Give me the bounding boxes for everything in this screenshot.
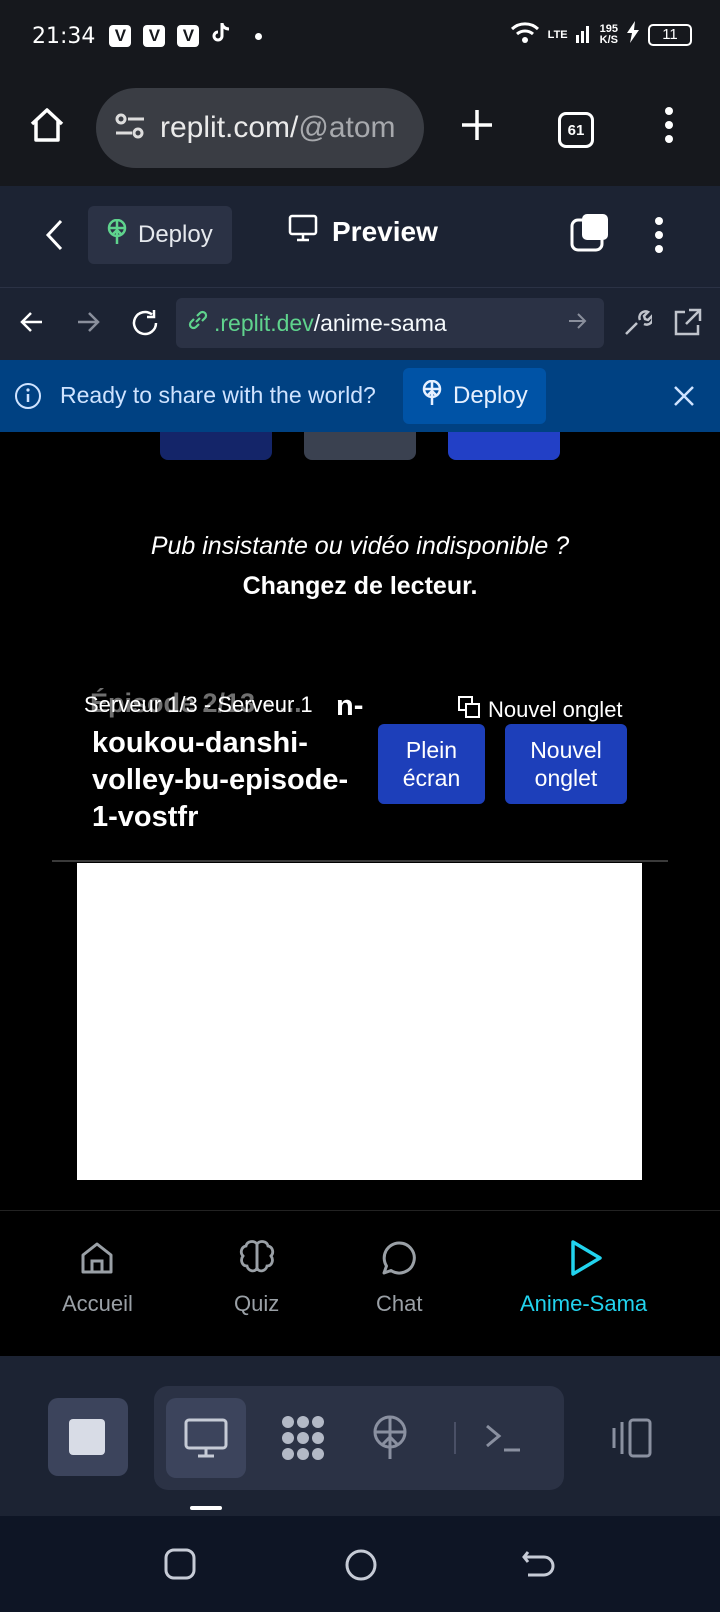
notification-v-icon: V <box>109 25 132 47</box>
system-navigation-bar <box>0 1516 720 1612</box>
notification-v-icon: V <box>177 25 200 47</box>
brain-icon <box>237 1239 277 1283</box>
replit-header: Deploy Preview <box>0 186 720 288</box>
play-icon <box>565 1239 603 1283</box>
go-arrow-icon[interactable] <box>568 310 588 337</box>
preview-address-bar: .replit.dev /anime-sama <box>0 288 720 360</box>
info-icon <box>14 382 42 415</box>
active-indicator <box>190 1506 222 1510</box>
tab-switcher-button[interactable]: 61 <box>558 112 594 148</box>
nav-item-quiz[interactable]: Quiz <box>234 1239 279 1317</box>
open-external-icon[interactable] <box>672 308 702 343</box>
panels-icon[interactable] <box>608 1418 656 1463</box>
new-tab-link[interactable]: Nouvel onglet <box>458 696 623 724</box>
browser-url-text: replit.com/@atom <box>160 111 396 144</box>
monitor-icon <box>184 1418 228 1463</box>
back-button-icon[interactable] <box>522 1548 556 1587</box>
notification-v-icon: V <box>143 25 166 47</box>
home-icon <box>78 1239 116 1283</box>
tool-group <box>154 1386 564 1490</box>
nav-label: Anime-Sama <box>520 1291 648 1316</box>
deploy-button[interactable]: Deploy <box>88 206 232 264</box>
browser-toolbar: replit.com/@atom 61 <box>0 72 720 186</box>
notice-line-1: Pub insistante ou vidéo indisponible ? <box>150 532 570 560</box>
replit-toolbar <box>0 1356 720 1516</box>
link-icon <box>186 308 210 338</box>
charging-icon <box>626 21 640 48</box>
stop-icon <box>69 1419 105 1455</box>
layers-icon[interactable] <box>570 212 610 257</box>
back-chevron-icon[interactable] <box>44 218 66 257</box>
replit-menu-icon[interactable] <box>654 216 664 259</box>
preview-url-field[interactable]: .replit.dev /anime-sama <box>176 298 604 348</box>
reload-icon[interactable] <box>130 308 160 343</box>
terminal-icon[interactable] <box>484 1422 524 1459</box>
nav-item-chat[interactable]: Chat <box>376 1239 422 1317</box>
nav-item-accueil[interactable]: Accueil <box>62 1239 133 1317</box>
network-type: LTE <box>547 28 568 41</box>
new-tab-link-label: Nouvel onglet <box>488 697 623 722</box>
agent-tool-icon[interactable] <box>278 1414 328 1467</box>
back-arrow-icon[interactable] <box>20 310 44 339</box>
chat-icon <box>380 1239 418 1283</box>
video-player[interactable] <box>77 863 642 1180</box>
server-button[interactable] <box>448 432 560 460</box>
divider <box>52 860 668 862</box>
deploy-icon <box>421 379 443 413</box>
home-icon[interactable] <box>28 106 66 149</box>
stop-button[interactable] <box>48 1398 128 1476</box>
episode-title: n- koukou-danshi-volley-bu-episode-1-vos… <box>92 690 364 833</box>
deploy-label: Deploy <box>138 221 213 248</box>
preview-tool-button[interactable] <box>166 1398 246 1478</box>
more-notifications-dot <box>255 32 263 40</box>
wrench-icon[interactable] <box>622 308 654 343</box>
notice-line-2: Changez de lecteur. <box>242 572 478 600</box>
status-bar: 21:34 V V V LTE 195 K/S 11 <box>0 0 720 72</box>
preview-page: Pub insistante ou vidéo indisponible ? C… <box>0 432 720 1210</box>
status-time: 21:34 <box>32 23 96 49</box>
tab-preview[interactable]: Preview <box>288 214 438 249</box>
app-bottom-nav: Accueil Quiz Chat Anime-Sama <box>0 1210 720 1356</box>
wifi-icon <box>510 20 540 49</box>
server-button[interactable] <box>304 432 416 460</box>
deploy-banner: Ready to share with the world? Deploy <box>0 360 720 432</box>
server-button[interactable] <box>160 432 272 460</box>
preview-url-path: /anime-sama <box>313 309 447 336</box>
player-notice: Pub insistante ou vidéo indisponible ? C… <box>0 526 720 606</box>
browser-url-bar[interactable]: replit.com/@atom <box>96 88 424 168</box>
new-tab-icon[interactable] <box>460 108 494 147</box>
preview-label: Preview <box>332 215 438 247</box>
banner-message: Ready to share with the world? <box>60 382 376 408</box>
deploy-tool-icon[interactable] <box>370 1414 410 1467</box>
network-speed: 195 K/S <box>599 22 618 46</box>
nav-label: Quiz <box>234 1291 280 1316</box>
forward-arrow-icon[interactable] <box>76 310 100 339</box>
close-icon[interactable] <box>672 384 696 413</box>
recent-apps-icon[interactable] <box>164 1548 196 1585</box>
external-window-icon <box>458 696 480 724</box>
signal-icon <box>575 21 592 48</box>
tiktok-icon <box>211 22 231 50</box>
deploy-icon <box>106 218 128 252</box>
banner-deploy-button[interactable]: Deploy <box>403 368 546 424</box>
preview-url-domain: .replit.dev <box>214 309 314 336</box>
battery-level: 11 <box>648 23 692 46</box>
tool-separator <box>454 1422 456 1454</box>
new-tab-button[interactable]: Nouvel onglet <box>505 724 627 804</box>
home-button-icon[interactable] <box>344 1548 378 1587</box>
site-settings-icon[interactable] <box>114 113 146 144</box>
monitor-icon <box>288 214 318 249</box>
nav-item-anime-sama[interactable]: Anime-Sama <box>520 1239 647 1317</box>
fullscreen-button[interactable]: Plein écran <box>378 724 485 804</box>
banner-deploy-label: Deploy <box>453 382 528 409</box>
nav-label: Accueil <box>62 1291 133 1316</box>
nav-label: Chat <box>376 1291 423 1316</box>
browser-menu-icon[interactable] <box>664 106 674 149</box>
